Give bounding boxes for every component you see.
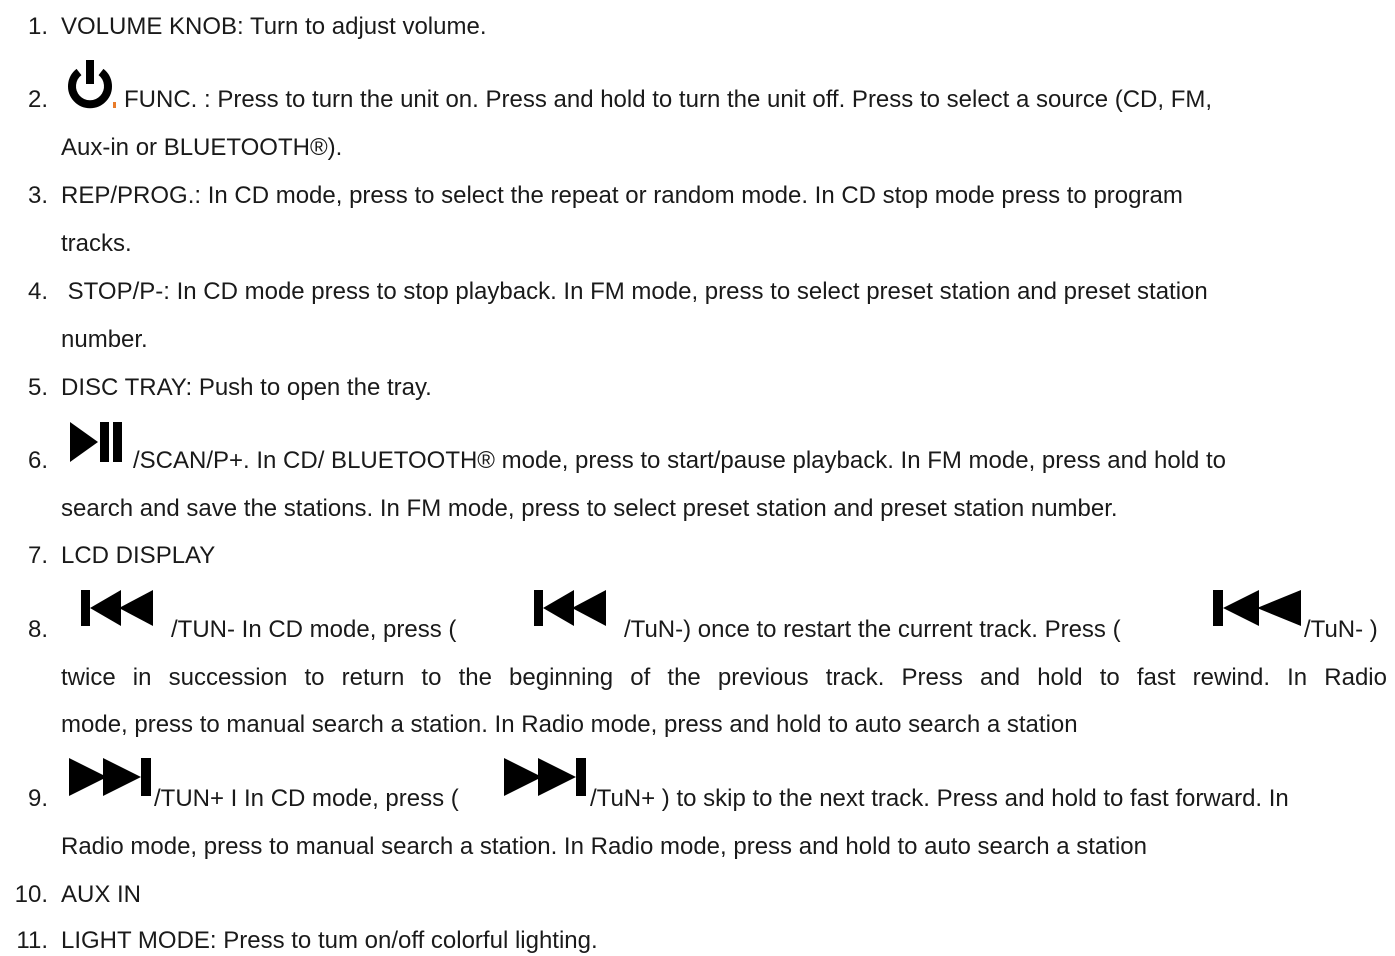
item-text: LIGHT MODE: Press to tum on/off colorful… <box>61 927 598 954</box>
item-text: number. <box>61 326 148 353</box>
play-pause-icon <box>70 422 124 462</box>
previous-track-icon <box>81 590 157 626</box>
item-text: REP/PROG.: In CD mode, press to select t… <box>61 182 1183 209</box>
item-number: 4. <box>27 278 48 305</box>
item-number: 3. <box>27 182 48 209</box>
item-number: 9. <box>27 785 48 812</box>
item-text: /TUN- In CD mode, press ( <box>171 616 457 643</box>
item-text: mode, press to manual search a station. … <box>61 711 1078 738</box>
item-text: twice in succession to return to the beg… <box>61 664 1387 691</box>
item-text: /TuN- ) <box>1304 616 1378 643</box>
item-text: LCD DISPLAY <box>61 542 216 569</box>
power-icon <box>63 58 117 110</box>
item-number: 8. <box>27 616 48 643</box>
item-text: tracks. <box>61 230 132 257</box>
next-track-icon <box>504 758 586 796</box>
item-text: /TuN+ ) to skip to the next track. Press… <box>590 785 1289 812</box>
next-track-icon <box>69 758 151 796</box>
previous-track-icon <box>534 590 610 626</box>
item-text: /TuN-) once to restart the current track… <box>624 616 1121 643</box>
item-text: STOP/P-: In CD mode press to stop playba… <box>61 278 1208 305</box>
item-text: /TUN+ I In CD mode, press ( <box>154 785 459 812</box>
item-text: Radio mode, press to manual search a sta… <box>61 833 1147 860</box>
item-number: 1. <box>27 13 48 40</box>
item-text: DISC TRAY: Push to open the tray. <box>61 374 432 401</box>
item-number: 10. <box>14 881 48 908</box>
item-text: /SCAN/P+. In CD/ BLUETOOTH® mode, press … <box>133 447 1227 474</box>
item-text: search and save the stations. In FM mode… <box>61 495 1118 522</box>
item-text: AUX IN <box>61 881 142 908</box>
item-text: FUNC. : Press to turn the unit on. Press… <box>124 86 1213 113</box>
item-text: Aux-in or BLUETOOTH®). <box>61 134 343 161</box>
item-number: 6. <box>27 447 48 474</box>
item-text: VOLUME KNOB: Turn to adjust volume. <box>61 13 487 40</box>
previous-track-icon <box>1213 590 1303 626</box>
item-number: 7. <box>27 542 48 569</box>
item-number: 5. <box>27 374 48 401</box>
item-number: 2. <box>27 86 48 113</box>
item-number: 11. <box>16 927 48 954</box>
